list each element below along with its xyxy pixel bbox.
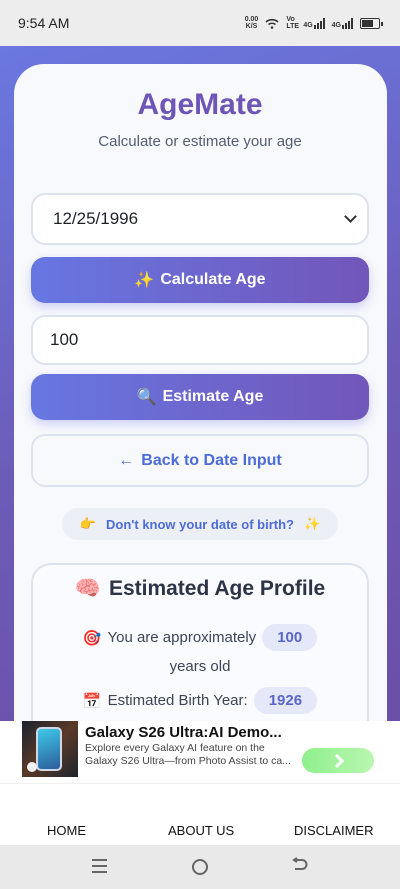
back-to-date-label: Back to Date Input <box>141 451 282 469</box>
ad-title[interactable]: Galaxy S26 Ultra:AI Demo... <box>85 724 285 741</box>
estimate-age-button[interactable]: 🔍 Estimate Age <box>31 374 369 420</box>
calculate-age-label: Calculate Age <box>160 271 266 288</box>
status-bar: 9:54 AM 0.00 K/S Vo LTE 4G 4G <box>0 0 400 46</box>
date-value: 12/25/1996 <box>53 209 139 228</box>
footer-link-about[interactable]: ABOUT US <box>168 823 234 838</box>
target-icon: 🎯 <box>82 629 102 647</box>
birth-year-row: 📅 Estimated Birth Year: 1926 <box>0 687 400 714</box>
dob-hint-link[interactable]: 👉 Don't know your date of birth? ✨ <box>62 508 338 540</box>
back-to-date-button[interactable]: ← Back to Date Input <box>31 434 369 487</box>
ad-banner[interactable]: Galaxy S26 Ultra:AI Demo... Explore ever… <box>0 721 400 783</box>
birth-year-badge: 1926 <box>253 687 318 714</box>
approx-age-row: 🎯 You are approximately 100 <box>0 624 400 651</box>
approx-label: You are approximately <box>107 629 257 646</box>
arrow-left-icon: ← <box>118 451 135 469</box>
system-nav-bar <box>0 845 400 889</box>
chevron-down-icon[interactable] <box>344 210 357 223</box>
pointing-hand-icon: 👉 <box>79 516 97 531</box>
footer-link-disclaimer[interactable]: DISCLAIMER <box>294 823 373 838</box>
ad-image[interactable] <box>22 721 78 777</box>
birth-year-label: Estimated Birth Year: <box>107 692 248 709</box>
ad-description: Explore every Galaxy AI feature on the G… <box>85 742 291 767</box>
ad-open-button[interactable] <box>302 748 374 773</box>
age-input-value: 100 <box>50 330 79 349</box>
status-time: 9:54 AM <box>18 15 70 31</box>
sparkles-icon: ✨ <box>303 516 321 531</box>
app-subtitle: Calculate or estimate your age <box>98 133 302 150</box>
volte-icon: Vo LTE <box>286 16 300 30</box>
wifi-icon <box>265 18 279 29</box>
app-title: AgeMate <box>137 88 263 121</box>
status-icons: 0.00 K/S Vo LTE 4G 4G <box>244 16 383 30</box>
years-old-label: years old <box>169 658 231 675</box>
footer-nav: HOME ABOUT US DISCLAIMER <box>0 783 400 845</box>
calendar-icon: 📅 <box>82 692 102 710</box>
date-of-birth-input[interactable]: 12/25/1996 <box>31 193 369 245</box>
signal-4g-icon: 4G <box>332 17 353 29</box>
age-input[interactable]: 100 <box>31 315 369 365</box>
years-old-row: years old <box>0 658 400 675</box>
estimate-age-label: Estimate Age <box>162 388 264 405</box>
brain-icon: 🧠 <box>74 577 101 600</box>
hint-text: Don't know your date of birth? <box>106 516 294 532</box>
approx-age-badge: 100 <box>262 624 318 651</box>
battery-icon <box>360 17 383 29</box>
profile-title: 🧠 Estimated Age Profile <box>0 577 400 601</box>
back-icon[interactable] <box>290 857 308 873</box>
profile-title-text: Estimated Age Profile <box>108 577 326 600</box>
net-speed: 0.00 K/S <box>244 16 259 30</box>
magnifier-icon: 🔍 <box>136 389 157 406</box>
calculate-age-button[interactable]: ✨ Calculate Age <box>31 257 369 303</box>
signal-4g-icon: 4G <box>303 17 325 29</box>
sparkles-icon: ✨ <box>134 272 155 289</box>
chevron-right-icon <box>329 753 344 768</box>
home-icon[interactable] <box>192 859 208 875</box>
footer-link-home[interactable]: HOME <box>47 823 86 838</box>
recent-apps-icon[interactable] <box>92 859 107 877</box>
